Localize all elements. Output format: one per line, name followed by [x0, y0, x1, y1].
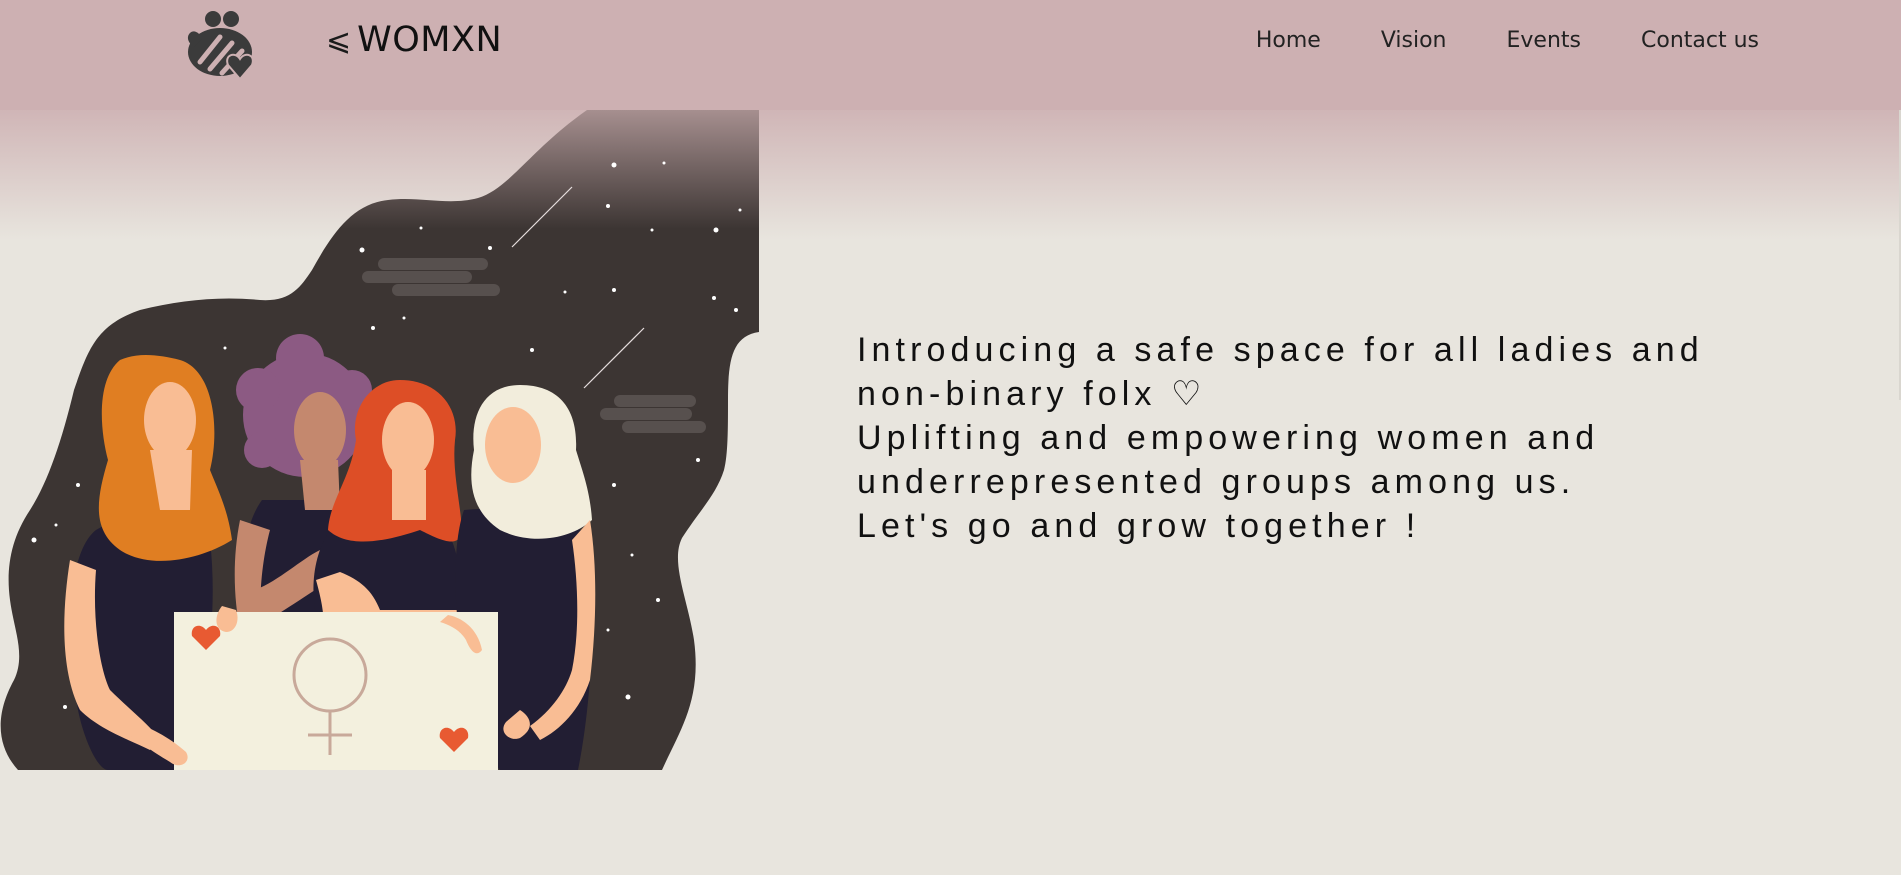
brand-name: WOMXN [357, 20, 503, 60]
nav-events[interactable]: Events [1507, 28, 1582, 53]
brand-glyph: ⩽ [326, 22, 352, 58]
main-nav: Home Vision Events Contact us [1196, 28, 1759, 53]
nav-home[interactable]: Home [1256, 28, 1321, 53]
hero-tagline: Introducing a safe space for all ladies … [857, 328, 1857, 548]
hero-line-1: Introducing a safe space for all ladies … [857, 331, 1704, 369]
nav-contact-us[interactable]: Contact us [1641, 28, 1759, 53]
hero-line-4: underrepresented groups among us. [857, 463, 1576, 501]
nav-vision[interactable]: Vision [1381, 28, 1447, 53]
hero-line-2: non-binary folx ♡ [857, 375, 1207, 413]
brand[interactable]: ⩽ WOMXN [326, 20, 502, 60]
bee-heart-logo-icon[interactable] [182, 7, 260, 83]
women-group-illustration [0, 110, 760, 770]
hero-line-5: Let's go and grow together ! [857, 507, 1421, 545]
hero-line-3: Uplifting and empowering women and [857, 419, 1600, 457]
site-header: ⩽ WOMXN Home Vision Events Contact us [0, 0, 1901, 110]
feminism-sign [174, 612, 498, 770]
